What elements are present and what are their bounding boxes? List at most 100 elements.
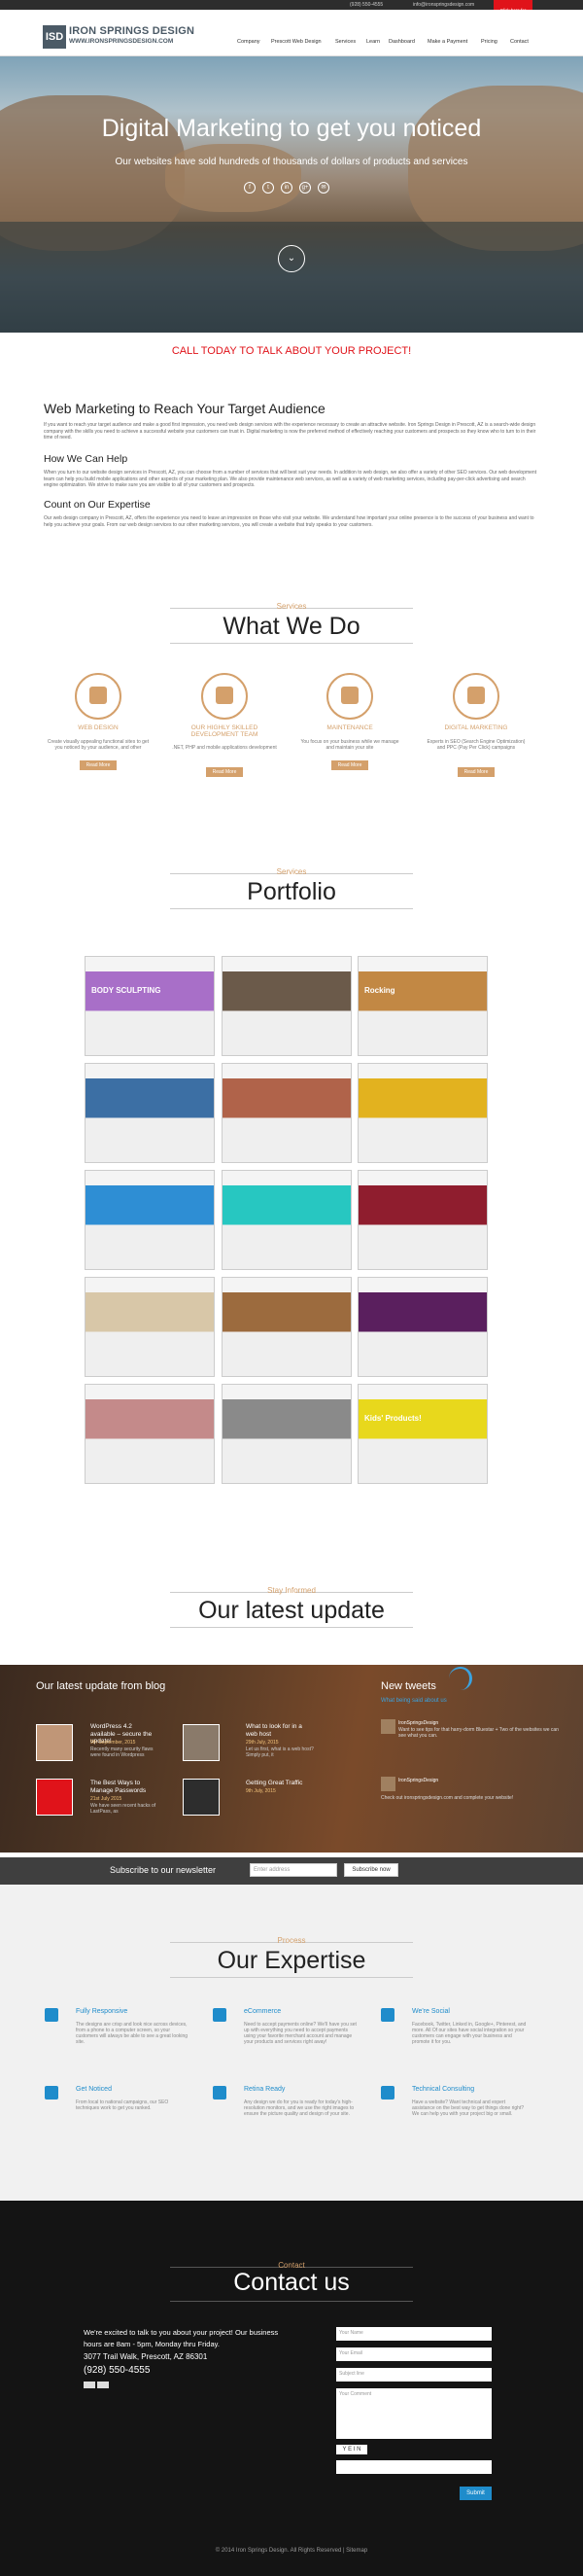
logo-mark[interactable]: ISD [43,25,66,49]
email-input[interactable]: Your Email [336,2347,492,2361]
portfolio-item[interactable]: Kids' Products! [358,1384,488,1484]
blog-post-date: 9th July, 2015 [246,1788,276,1794]
about-paragraph-2: When you turn to our website design serv… [44,470,537,488]
latest-title: Our latest update [198,1597,385,1624]
nav-company[interactable]: Company [237,39,260,45]
portfolio-item[interactable] [222,1063,352,1163]
blog-thumbnail[interactable] [36,1724,73,1761]
blog-thumbnail[interactable] [183,1724,220,1761]
service-desc: You focus on your business while we mana… [300,739,399,751]
nav-prescott-web-design[interactable]: Prescott Web Design [271,39,322,45]
twitter-icon[interactable]: t [262,182,274,194]
top-phone[interactable]: (928) 550-4555 [350,2,383,8]
name-input[interactable]: Your Name [336,2327,492,2341]
count-heading: Count on Our Expertise [44,499,151,511]
captcha-image: Y E I N [336,2445,367,2454]
facebook-icon[interactable]: f [244,182,256,194]
blog-post-title[interactable]: The Best Ways to Manage Passwords [90,1780,158,1794]
nav-contact[interactable]: Contact [510,39,529,45]
contact-intro-2: hours are 8am - 5pm, Monday thru Friday. [84,2340,220,2348]
newsletter-email-input[interactable]: Enter address [250,1863,337,1877]
subscribe-button[interactable]: Subscribe now [344,1863,398,1877]
scroll-down-icon[interactable]: ⌄ [278,245,305,272]
subject-input[interactable]: Subject line [336,2368,492,2382]
expertise-title-item: We're Social [412,2008,450,2015]
tweet-user: IronSpringsDesign [398,1778,439,1783]
nav-dashboard[interactable]: Dashboard [389,39,415,45]
portfolio-item[interactable]: BODY SCULPTING [85,956,215,1056]
blog-post-excerpt: Let us first, what is a web host? Simply… [246,1747,314,1758]
nav-pricing[interactable]: Pricing [481,39,497,45]
read-more-button[interactable]: Read More [458,767,495,777]
avatar [381,1777,395,1791]
expertise-desc: Any design we do for you is ready for to… [244,2100,355,2117]
divider [170,908,413,909]
portfolio-item-heading: BODY SCULPTING [91,986,161,995]
social-icon[interactable] [97,2382,109,2388]
portfolio-item[interactable] [222,1277,352,1377]
expertise-title-item: eCommerce [244,2008,282,2015]
blog-post-date: 21st July 2015 [90,1796,122,1802]
service-title: WEB DESIGN [78,724,119,731]
read-more-button[interactable]: Read More [206,767,243,777]
nav-make-a-payment[interactable]: Make a Payment [428,39,467,45]
blog-post-title[interactable]: What to look for in a web host [246,1723,314,1738]
read-more-button[interactable]: Read More [80,760,117,770]
blog-post-title[interactable]: Getting Great Traffic [246,1780,314,1787]
contact-phone[interactable]: (928) 550-4555 [84,2365,150,2376]
expertise-title-item: Get Noticed [76,2086,112,2093]
portfolio-item[interactable] [85,1170,215,1270]
blog-heading: Our latest update from blog [36,1680,166,1692]
call-to-action: CALL TODAY TO TALK ABOUT YOUR PROJECT! [171,345,412,357]
nav-services[interactable]: Services [335,39,356,45]
divider [170,1627,413,1628]
hero-title: Digital Marketing to get you noticed [101,115,482,142]
social-icon[interactable] [84,2382,95,2388]
logo-name[interactable]: IRON SPRINGS DESIGN [69,25,194,37]
tweet-text: Want to see tips for that harry-dorm Blu… [398,1727,559,1739]
services-kicker: Services [276,602,307,611]
portfolio-item[interactable] [222,1384,352,1484]
hero-banner [0,56,583,333]
portfolio-item-heading: Kids' Products! [364,1414,422,1423]
hero-subtitle: Our websites have sold hundreds of thous… [115,157,468,167]
portfolio-item[interactable] [358,1277,488,1377]
read-more-button[interactable]: Read More [331,760,368,770]
tweets-handle: What being said about us [381,1698,447,1704]
email-icon[interactable]: ✉ [318,182,329,194]
blog-section [0,1665,583,1853]
expertise-desc: The designs are crisp and look nice acro… [76,2022,189,2045]
portfolio-item[interactable] [222,956,352,1056]
blog-thumbnail[interactable] [36,1779,73,1816]
linkedin-icon[interactable]: in [281,182,292,194]
what-we-do-title: What We Do [223,613,360,640]
captcha-input[interactable] [336,2460,492,2474]
star-icon [381,2086,394,2100]
portfolio-item[interactable]: Rocking [358,956,488,1056]
portfolio-item[interactable] [358,1170,488,1270]
blog-thumbnail[interactable] [183,1779,220,1816]
divider [170,1977,413,1978]
logo-url: WWW.IRONSPRINGSDESIGN.COM [69,38,174,45]
portfolio-item-heading: Rocking [364,986,395,995]
comment-textarea[interactable]: Your Comment [336,2388,492,2439]
monitor-icon [75,673,121,720]
portfolio-item[interactable] [358,1063,488,1163]
portfolio-title: Portfolio [247,878,336,905]
nav-learn[interactable]: Learn [366,39,380,45]
portfolio-item[interactable] [85,1277,215,1377]
cart-icon [213,2008,226,2022]
twitter-bird-icon [449,1667,472,1690]
service-desc: .NET, PHP and mobile applications develo… [172,745,277,751]
gear-icon [326,673,373,720]
blog-post-excerpt: We have seen recent hacks of LastPass, a… [90,1803,156,1815]
top-email[interactable]: info@ironspringsdesign.com [413,2,474,8]
portfolio-item[interactable] [222,1170,352,1270]
portfolio-item[interactable] [85,1384,215,1484]
divider [170,643,413,644]
blog-post-date: 9th September, 2015 [90,1740,136,1746]
submit-button[interactable]: Submit [460,2487,492,2500]
google-plus-icon[interactable]: g+ [299,182,311,194]
about-heading: Web Marketing to Reach Your Target Audie… [44,401,326,416]
portfolio-item[interactable] [85,1063,215,1163]
